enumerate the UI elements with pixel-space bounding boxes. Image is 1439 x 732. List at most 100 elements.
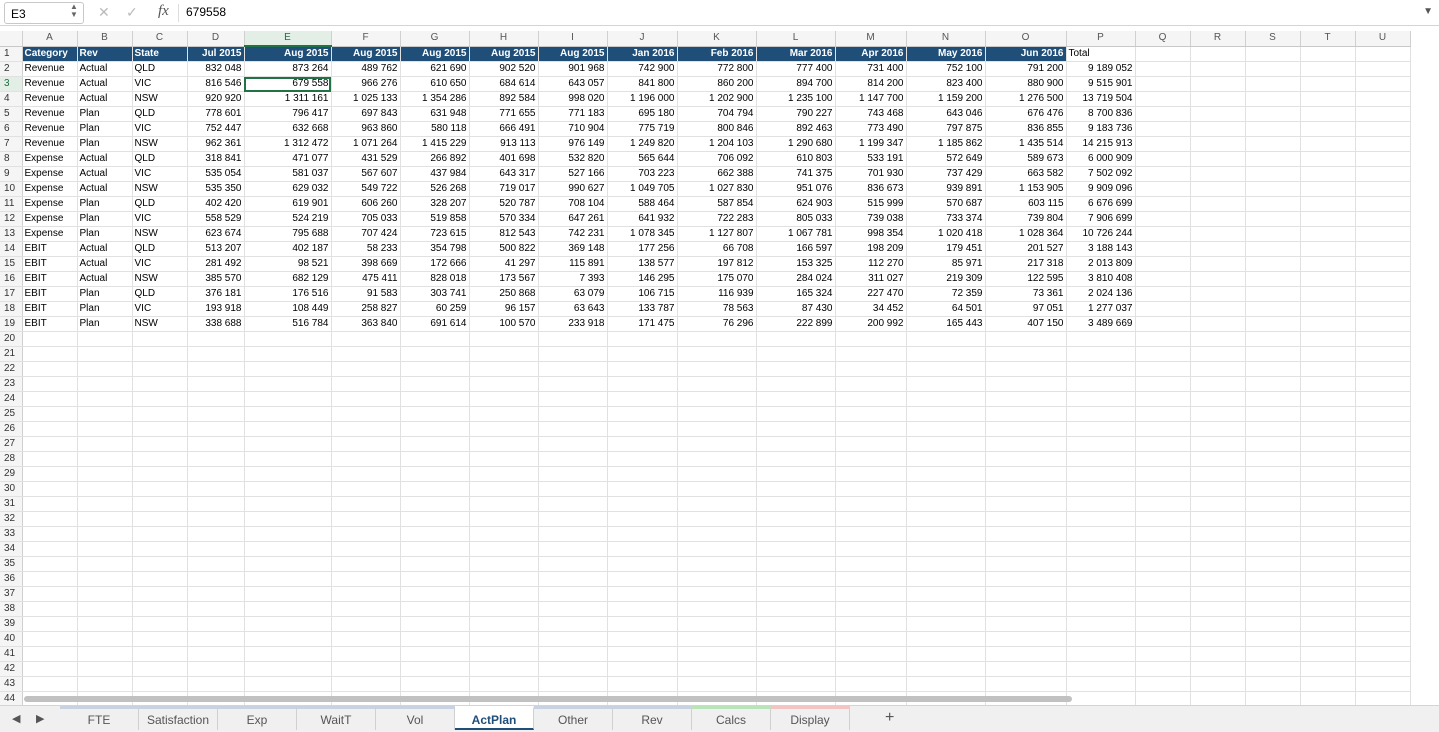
cell[interactable] xyxy=(1300,376,1356,392)
cell[interactable] xyxy=(1135,106,1191,122)
cell[interactable]: 431 529 xyxy=(331,151,401,167)
cell[interactable] xyxy=(331,406,401,422)
cell[interactable] xyxy=(1066,331,1136,347)
cell[interactable]: 100 570 xyxy=(469,316,539,332)
cell[interactable] xyxy=(1066,496,1136,512)
cell[interactable]: 805 033 xyxy=(756,211,836,227)
cell[interactable] xyxy=(985,541,1067,557)
cell[interactable] xyxy=(1245,196,1301,212)
cell[interactable] xyxy=(906,436,986,452)
cell[interactable] xyxy=(756,331,836,347)
cell[interactable] xyxy=(22,481,78,497)
cell[interactable] xyxy=(1135,181,1191,197)
cell[interactable]: 1 127 807 xyxy=(677,226,757,242)
row-header[interactable]: 23 xyxy=(0,376,23,392)
cell[interactable] xyxy=(906,541,986,557)
cell[interactable] xyxy=(132,451,188,467)
cell[interactable] xyxy=(1135,676,1191,692)
cell[interactable] xyxy=(1135,346,1191,362)
cell[interactable] xyxy=(187,481,245,497)
cell[interactable] xyxy=(1190,526,1246,542)
cell[interactable] xyxy=(677,511,757,527)
cell[interactable] xyxy=(1066,616,1136,632)
sheet-tab-vol[interactable]: Vol xyxy=(376,706,455,730)
cell[interactable] xyxy=(538,346,608,362)
cell[interactable]: 402 187 xyxy=(244,241,332,257)
cell[interactable] xyxy=(1355,466,1411,482)
column-header[interactable]: B xyxy=(77,31,133,47)
cell[interactable]: 643 057 xyxy=(538,76,608,92)
row-header[interactable]: 36 xyxy=(0,571,23,587)
cell[interactable]: 1 204 103 xyxy=(677,136,757,152)
cell[interactable] xyxy=(331,556,401,572)
cell[interactable]: 10 726 244 xyxy=(1066,226,1136,242)
cell[interactable]: 902 520 xyxy=(469,61,539,77)
cell[interactable]: 684 614 xyxy=(469,76,539,92)
cell[interactable] xyxy=(677,391,757,407)
cell[interactable]: 532 820 xyxy=(538,151,608,167)
cell[interactable] xyxy=(1245,586,1301,602)
column-header[interactable]: A xyxy=(22,31,78,47)
cell[interactable] xyxy=(1245,91,1301,107)
cell[interactable]: 318 841 xyxy=(187,151,245,167)
cell[interactable] xyxy=(677,601,757,617)
cell[interactable] xyxy=(1245,646,1301,662)
cell[interactable] xyxy=(1355,301,1411,317)
row-header[interactable]: 28 xyxy=(0,451,23,467)
cell[interactable] xyxy=(244,541,332,557)
cell[interactable]: 1 153 905 xyxy=(985,181,1067,197)
cell[interactable] xyxy=(538,676,608,692)
cell[interactable]: 704 794 xyxy=(677,106,757,122)
cell[interactable] xyxy=(607,661,678,677)
cell[interactable]: 743 468 xyxy=(835,106,907,122)
cell[interactable] xyxy=(835,361,907,377)
cell[interactable] xyxy=(244,331,332,347)
cell[interactable] xyxy=(1135,616,1191,632)
cell[interactable] xyxy=(1135,166,1191,182)
cell[interactable] xyxy=(607,646,678,662)
column-header[interactable]: L xyxy=(756,31,836,47)
cell[interactable] xyxy=(132,676,188,692)
cell[interactable] xyxy=(22,466,78,482)
cell[interactable] xyxy=(985,436,1067,452)
cell[interactable] xyxy=(1300,61,1356,77)
cell[interactable] xyxy=(77,451,133,467)
cell[interactable] xyxy=(607,406,678,422)
cell[interactable] xyxy=(22,526,78,542)
cell[interactable] xyxy=(132,361,188,377)
cell[interactable] xyxy=(1190,211,1246,227)
sheet-tab-exp[interactable]: Exp xyxy=(218,706,297,730)
cell[interactable] xyxy=(835,586,907,602)
column-header[interactable]: O xyxy=(985,31,1067,47)
cell[interactable]: 892 584 xyxy=(469,91,539,107)
cell[interactable]: NSW xyxy=(132,136,188,152)
cell[interactable] xyxy=(1355,541,1411,557)
column-header[interactable]: K xyxy=(677,31,757,47)
row-header[interactable]: 30 xyxy=(0,481,23,497)
cell[interactable] xyxy=(1135,586,1191,602)
cell[interactable] xyxy=(607,346,678,362)
sheet-tab-calcs[interactable]: Calcs xyxy=(692,706,771,730)
row-header[interactable]: 18 xyxy=(0,301,23,317)
cell[interactable] xyxy=(906,631,986,647)
cell[interactable] xyxy=(77,586,133,602)
cell[interactable]: 778 601 xyxy=(187,106,245,122)
next-sheet-icon[interactable]: ▶ xyxy=(36,712,44,725)
row-header[interactable]: 6 xyxy=(0,121,23,137)
cell[interactable] xyxy=(1066,646,1136,662)
cell[interactable]: 752 447 xyxy=(187,121,245,137)
cell[interactable] xyxy=(469,481,539,497)
row-header[interactable]: 35 xyxy=(0,556,23,572)
cell[interactable] xyxy=(1245,136,1301,152)
cell[interactable] xyxy=(756,676,836,692)
cell[interactable]: Revenue xyxy=(22,76,78,92)
cell[interactable] xyxy=(1300,586,1356,602)
cell[interactable]: 78 563 xyxy=(677,301,757,317)
cell[interactable] xyxy=(1355,616,1411,632)
cell[interactable] xyxy=(1190,286,1246,302)
row-header[interactable]: 34 xyxy=(0,541,23,557)
sheet-tab-actplan[interactable]: ActPlan xyxy=(455,706,534,730)
cell[interactable] xyxy=(1190,61,1246,77)
cell[interactable] xyxy=(1135,436,1191,452)
cell[interactable] xyxy=(835,481,907,497)
